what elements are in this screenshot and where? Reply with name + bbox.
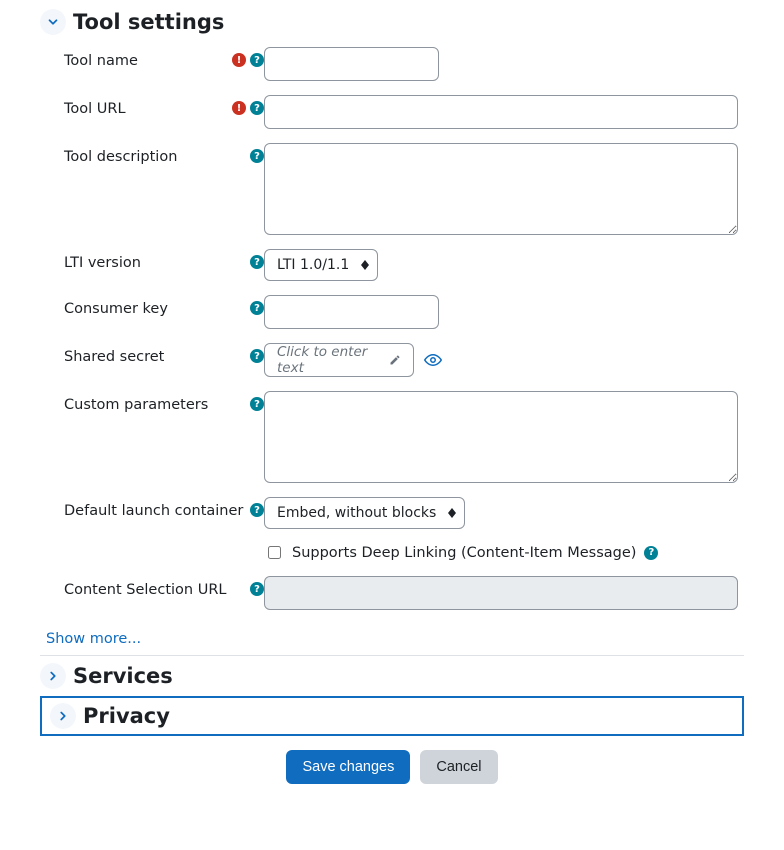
help-icon[interactable]: ? — [250, 349, 264, 363]
help-icon[interactable]: ? — [250, 503, 264, 517]
tool-settings-body: Tool name ! ? Tool URL ! ? — [40, 36, 744, 621]
help-icon[interactable]: ? — [250, 149, 264, 163]
chevron-down-icon — [40, 9, 66, 35]
show-more-link[interactable]: Show more... — [46, 631, 744, 647]
section-tool-settings-title: Tool settings — [73, 10, 224, 34]
button-row: Save changes Cancel — [40, 750, 744, 784]
required-icon: ! — [232, 101, 246, 115]
label-lti-version: LTI version — [64, 255, 141, 271]
required-icon: ! — [232, 53, 246, 67]
row-shared-secret: Shared secret ? Click to enter text — [64, 336, 738, 384]
launch-container-select[interactable]: Embed, without blocks — [264, 497, 465, 529]
chevron-right-icon — [40, 663, 66, 689]
consumer-key-input[interactable] — [264, 295, 439, 329]
help-icon[interactable]: ? — [250, 397, 264, 411]
cancel-button[interactable]: Cancel — [420, 750, 497, 784]
label-deep-linking: Supports Deep Linking (Content-Item Mess… — [292, 545, 636, 561]
label-tool-description: Tool description — [64, 149, 177, 165]
chevron-right-icon — [50, 703, 76, 729]
section-services-title: Services — [73, 664, 173, 688]
lti-version-select[interactable]: LTI 1.0/1.1 — [264, 249, 378, 281]
label-custom-parameters: Custom parameters — [64, 397, 208, 413]
row-tool-description: Tool description ? — [64, 136, 738, 242]
label-tool-url: Tool URL — [64, 101, 126, 117]
section-services: Services — [40, 662, 744, 690]
row-deep-linking: Supports Deep Linking (Content-Item Mess… — [64, 536, 738, 569]
tool-url-input[interactable] — [264, 95, 738, 129]
help-icon[interactable]: ? — [644, 546, 658, 560]
row-lti-version: LTI version ? LTI 1.0/1.1 — [64, 242, 738, 288]
reveal-secret-button[interactable] — [424, 351, 442, 369]
help-icon[interactable]: ? — [250, 53, 264, 67]
label-shared-secret: Shared secret — [64, 349, 164, 365]
help-icon[interactable]: ? — [250, 582, 264, 596]
row-tool-url: Tool URL ! ? — [64, 88, 738, 136]
shared-secret-placeholder: Click to enter text — [277, 344, 381, 376]
custom-parameters-textarea[interactable] — [264, 391, 738, 483]
select-caret-icon — [361, 260, 369, 270]
section-privacy-header[interactable]: Privacy — [50, 702, 734, 730]
row-tool-name: Tool name ! ? — [64, 40, 738, 88]
section-tool-settings: Tool settings Tool name ! ? Tool URL ! — [40, 8, 744, 656]
shared-secret-input[interactable]: Click to enter text — [264, 343, 414, 377]
section-privacy-highlight: Privacy — [40, 696, 744, 736]
section-tool-settings-header[interactable]: Tool settings — [40, 8, 744, 36]
label-consumer-key: Consumer key — [64, 301, 168, 317]
section-privacy-title: Privacy — [83, 704, 170, 728]
divider — [40, 655, 744, 656]
label-content-selection-url: Content Selection URL — [64, 582, 226, 598]
row-consumer-key: Consumer key ? — [64, 288, 738, 336]
save-button[interactable]: Save changes — [286, 750, 410, 784]
deep-linking-checkbox[interactable] — [268, 546, 281, 559]
help-icon[interactable]: ? — [250, 101, 264, 115]
section-services-header[interactable]: Services — [40, 662, 744, 690]
launch-container-value: Embed, without blocks — [277, 505, 436, 521]
label-launch-container: Default launch container — [64, 503, 243, 519]
label-tool-name: Tool name — [64, 53, 138, 69]
tool-description-textarea[interactable] — [264, 143, 738, 235]
row-content-selection-url: Content Selection URL ? — [64, 569, 738, 617]
help-icon[interactable]: ? — [250, 301, 264, 315]
help-icon[interactable]: ? — [250, 255, 264, 269]
tool-name-input[interactable] — [264, 47, 439, 81]
pencil-icon — [389, 353, 401, 367]
row-custom-parameters: Custom parameters ? — [64, 384, 738, 490]
lti-version-value: LTI 1.0/1.1 — [277, 257, 349, 273]
content-selection-url-input — [264, 576, 738, 610]
row-launch-container: Default launch container ? Embed, withou… — [64, 490, 738, 536]
select-caret-icon — [448, 508, 456, 518]
